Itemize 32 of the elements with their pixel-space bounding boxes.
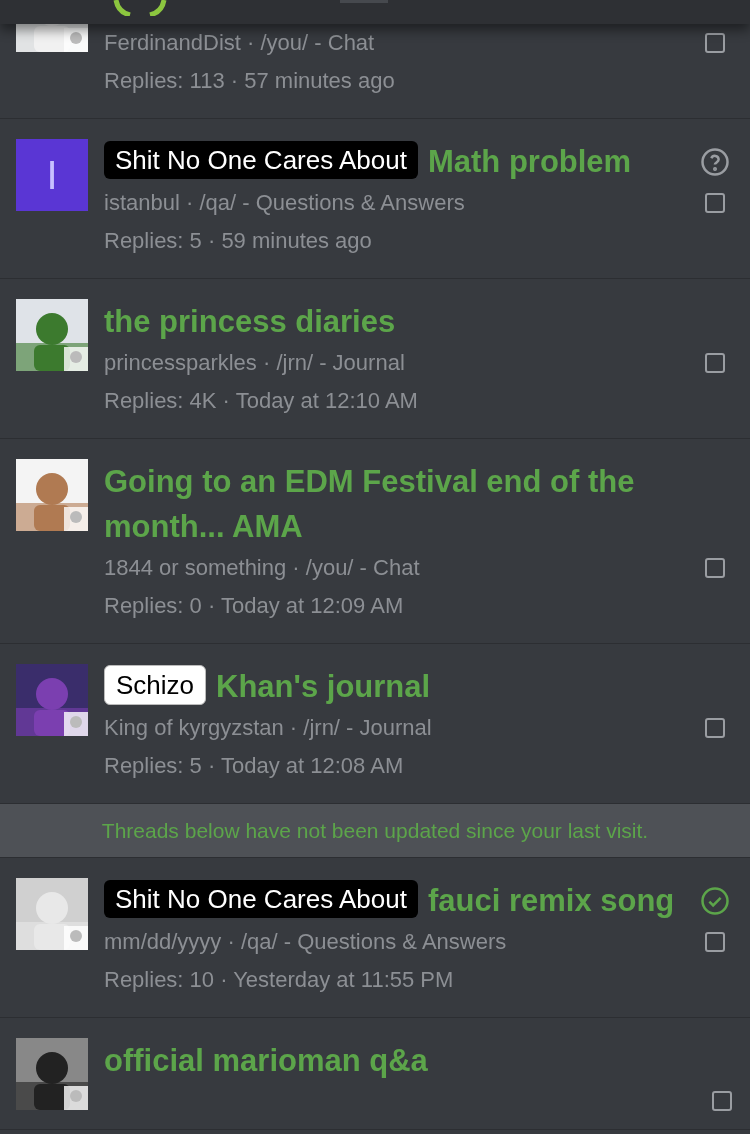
thread-stats: Replies: 5 · 59 minutes ago bbox=[104, 227, 373, 255]
thread-meta: 1844 or something · /you/ - Chat bbox=[104, 554, 421, 582]
checkbox[interactable] bbox=[705, 558, 725, 578]
thread-title[interactable]: the princess diaries bbox=[104, 299, 680, 344]
prefix-tag[interactable]: Shit No One Cares About bbox=[104, 880, 418, 918]
check-circle-icon[interactable] bbox=[700, 886, 730, 916]
checkbox[interactable] bbox=[712, 1091, 732, 1111]
thread-meta: FerdinandDist · /you/ - Chat bbox=[104, 29, 376, 57]
thread-meta: mm/dd/yyyy · /qa/ - Questions & Answers bbox=[104, 928, 508, 956]
thread-meta: King of kyrgyzstan · /jrn/ - Journal bbox=[104, 714, 433, 742]
prefix-tag[interactable]: Schizo bbox=[104, 665, 207, 705]
checkbox[interactable] bbox=[705, 193, 725, 213]
avatar[interactable]: I bbox=[16, 139, 88, 211]
thread-meta: istanbul · /qa/ - Questions & Answers bbox=[104, 189, 466, 217]
thread-stats: Replies: 5 · Today at 12:08 AM bbox=[104, 752, 405, 780]
thread-title[interactable]: Going to an EDM Festival end of the month... AMA bbox=[104, 459, 680, 549]
checkbox[interactable] bbox=[705, 932, 725, 952]
help-icon[interactable] bbox=[700, 147, 730, 177]
thread-stats: Replies: 10 · Yesterday at 11:55 PM bbox=[104, 966, 455, 994]
prefix-tag[interactable]: Shit No One Cares About bbox=[104, 141, 418, 179]
thread-meta: princessparkles · /jrn/ - Journal bbox=[104, 349, 406, 377]
notice-bar: Threads below have not been updated since your last visit. bbox=[0, 804, 750, 858]
thread-stats: Replies: 4K · Today at 12:10 AM bbox=[104, 387, 419, 415]
thread-title[interactable]: Shit No One Cares About fauci remix song bbox=[104, 878, 680, 923]
thread-title[interactable]: Shit No One Cares About Math problem bbox=[104, 139, 680, 184]
thread-title[interactable]: official marioman q&a bbox=[104, 1038, 680, 1083]
thread-stats: Replies: 113 · 57 minutes ago bbox=[104, 67, 396, 95]
thread-title[interactable]: Schizo Khan's journal bbox=[104, 664, 680, 709]
checkbox[interactable] bbox=[705, 353, 725, 373]
thread-stats: Replies: 0 · Today at 12:09 AM bbox=[104, 592, 405, 620]
checkbox[interactable] bbox=[705, 33, 725, 53]
checkbox[interactable] bbox=[705, 718, 725, 738]
